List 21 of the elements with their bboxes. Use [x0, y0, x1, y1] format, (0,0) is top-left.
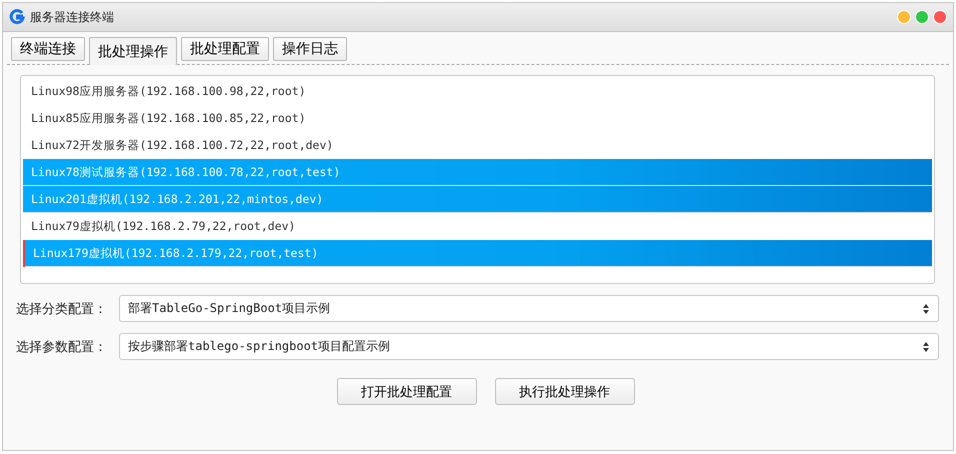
tab[interactable]: 操作日志: [273, 37, 347, 61]
server-list-item[interactable]: Linux85应用服务器(192.168.100.85,22,root): [23, 105, 932, 132]
up-down-arrows-icon: [922, 340, 930, 352]
field-label: 选择分类配置：: [16, 300, 108, 318]
field-label: 选择参数配置：: [16, 338, 108, 356]
dropdown[interactable]: 按步骤部署tablego-springboot项目配置示例: [119, 333, 939, 360]
minimize-button[interactable]: [897, 10, 911, 24]
server-list-item[interactable]: Linux98应用服务器(192.168.100.98,22,root): [23, 78, 932, 105]
tab[interactable]: 批处理配置: [181, 37, 269, 61]
window-title: 服务器连接终端: [30, 8, 114, 26]
up-down-arrows-icon: [922, 302, 930, 314]
tab[interactable]: 批处理操作: [89, 37, 177, 65]
action-button[interactable]: 执行批处理操作: [494, 378, 634, 405]
close-button[interactable]: [933, 10, 947, 24]
maximize-button[interactable]: [915, 10, 929, 24]
tab[interactable]: 终端连接: [11, 37, 85, 61]
server-list-item[interactable]: Linux79虚拟机(192.168.2.79,22,root,dev): [23, 213, 932, 240]
app-logo-icon: [9, 9, 25, 25]
server-list-item[interactable]: Linux72开发服务器(192.168.100.72,22,root,dev): [23, 132, 932, 159]
dropdown[interactable]: 部署TableGo-SpringBoot项目示例: [119, 295, 939, 322]
action-button[interactable]: 打开批处理配置: [336, 378, 476, 405]
